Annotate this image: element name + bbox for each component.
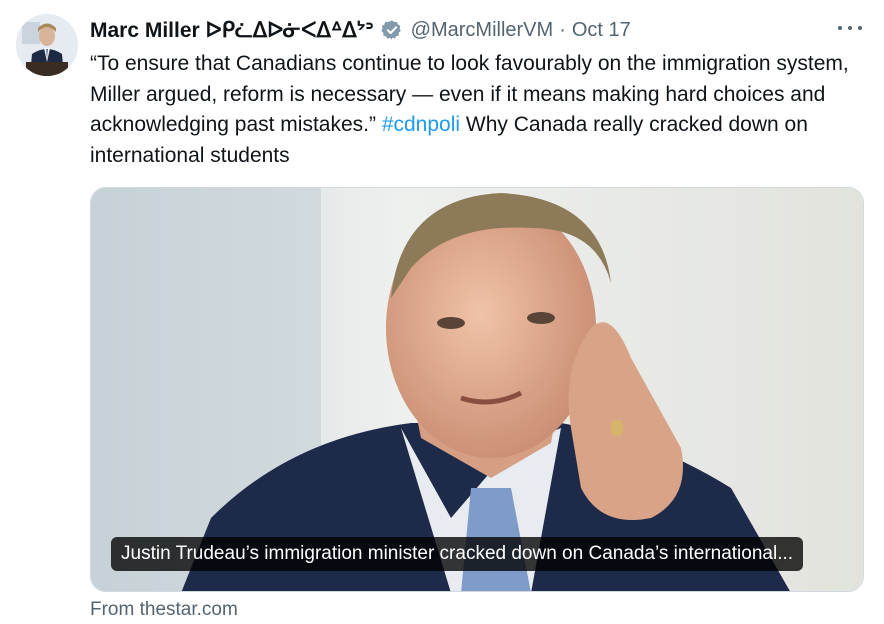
more-dot <box>838 26 842 30</box>
article-photo <box>91 188 863 591</box>
header-separator: · <box>559 18 566 41</box>
author-name[interactable]: Marc Miller ᐅᑭᓛᐃᐅᓃᐸᐃᐞᐃᔾᐣ <box>90 18 374 43</box>
card-caption: Justin Trudeau’s immigration minister cr… <box>111 537 804 571</box>
tweet-text: “To ensure that Canadians continue to lo… <box>90 49 860 171</box>
tweet-date[interactable]: Oct 17 <box>572 19 631 42</box>
link-card[interactable]: Justin Trudeau’s immigration minister cr… <box>90 187 864 592</box>
avatar-image <box>16 14 78 76</box>
more-dot <box>848 26 852 30</box>
hashtag-link[interactable]: #cdnpoli <box>382 113 460 136</box>
verified-badge-icon <box>381 19 403 41</box>
tweet-header: Marc Miller ᐅᑭᓛᐃᐅᓃᐸᐃᐞᐃᔾᐣ @MarcMillerVM ·… <box>90 17 864 43</box>
more-dot <box>858 26 862 30</box>
more-options-icon[interactable] <box>838 19 862 37</box>
author-handle[interactable]: @MarcMillerVM <box>411 19 554 42</box>
author-avatar[interactable] <box>16 14 78 76</box>
card-source[interactable]: From thestar.com <box>90 599 238 621</box>
